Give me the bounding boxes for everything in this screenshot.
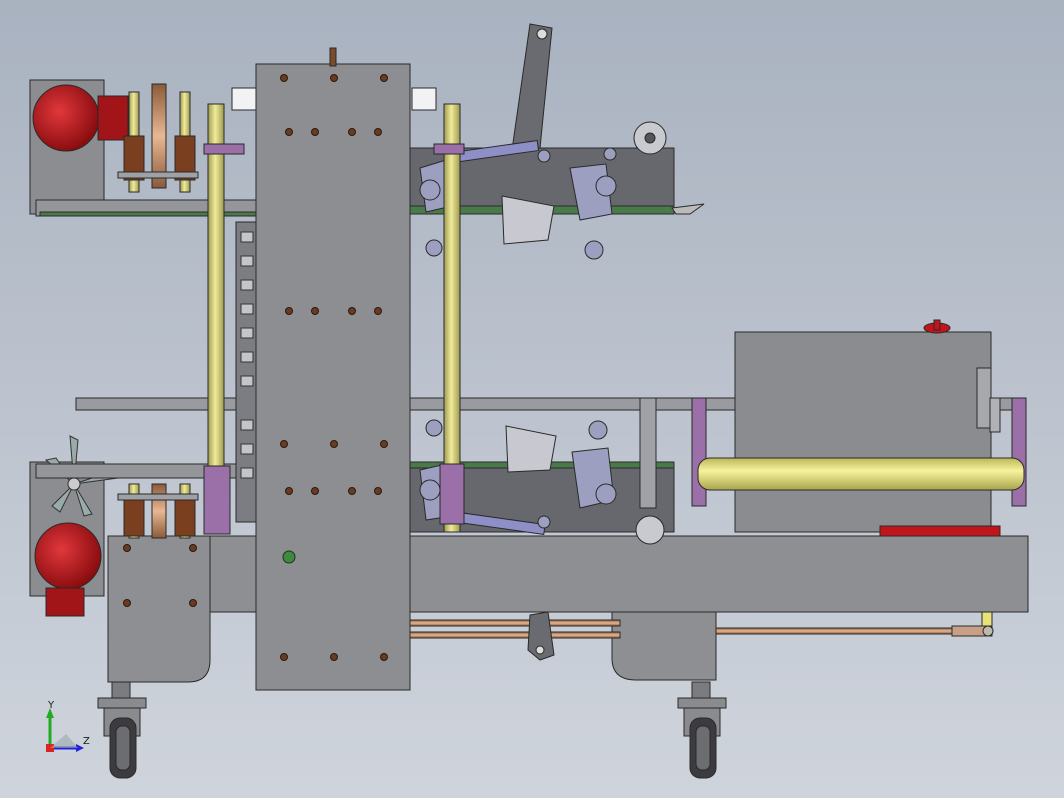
bottom-head-bracket <box>639 397 657 509</box>
bottom-drive-motor[interactable] <box>34 522 102 590</box>
base-right-leg-plate <box>611 611 717 681</box>
column-top-stud <box>329 47 337 67</box>
left-rod-purple-bracket <box>203 465 231 535</box>
bottom-crossbar <box>117 493 199 501</box>
top-arm-pivot <box>536 28 548 40</box>
triad-y-label: Y <box>48 700 55 711</box>
top-right-block <box>411 87 437 111</box>
top-left-belt <box>39 211 261 217</box>
bottom-bushing-c <box>174 497 196 537</box>
top-crossbar <box>117 171 199 179</box>
roller-bracket-left <box>691 397 707 507</box>
lower-arm-pivot <box>535 645 545 655</box>
right-rod-purple-bracket <box>439 463 465 525</box>
top-drive-motor[interactable] <box>32 84 100 152</box>
top-idler-hub <box>644 132 656 144</box>
main-column <box>255 63 411 691</box>
column-green-port[interactable] <box>282 550 296 564</box>
bottom-bushing-a <box>123 497 145 537</box>
right-rod-top-bracket <box>433 143 465 155</box>
bottom-idler-wheel[interactable] <box>635 515 665 545</box>
top-motor-flange <box>97 95 129 141</box>
feed-roller[interactable] <box>697 457 1025 491</box>
bottom-motor-foot <box>45 587 85 617</box>
copper-pipe-3 <box>715 627 957 635</box>
rod-end-stud <box>981 611 993 627</box>
copper-pipe-2 <box>409 631 621 639</box>
cabinet-latch <box>976 367 992 429</box>
right-cabinet <box>734 331 992 533</box>
base-frame-beam <box>107 535 1029 613</box>
cad-viewport[interactable] <box>0 0 1064 798</box>
top-left-block <box>231 87 257 111</box>
pneumatic-cylinder[interactable] <box>879 525 1001 537</box>
left-rod-top-bracket <box>203 143 245 155</box>
roller-end-collar <box>989 397 1001 433</box>
base-left-leg-plate <box>107 535 211 683</box>
triad-z-label: Z <box>83 736 90 747</box>
bottom-tube-b <box>151 483 167 539</box>
cabinet-handwheel-stem <box>933 319 941 331</box>
rod-end-eye <box>982 625 994 637</box>
copper-pipe-1 <box>409 619 621 627</box>
